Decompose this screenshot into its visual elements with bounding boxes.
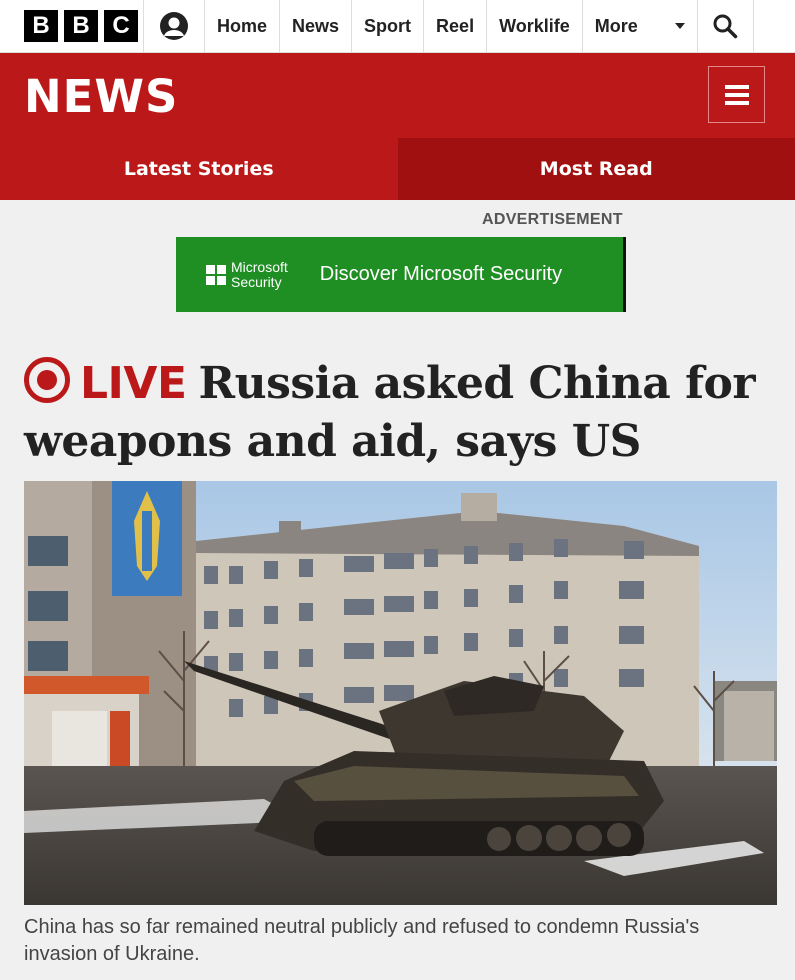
nav-more-button[interactable]: More	[583, 0, 698, 52]
ad-text: Discover Microsoft Security	[319, 263, 563, 285]
live-icon	[24, 357, 70, 403]
menu-button[interactable]	[708, 66, 765, 123]
search-button[interactable]	[698, 0, 754, 52]
news-header: NEWS	[0, 53, 795, 138]
menu-icon-bar	[724, 92, 749, 97]
microsoft-logo-icon	[206, 264, 226, 285]
story-tabs: Latest Stories Most Read	[0, 138, 795, 200]
tab-latest-stories[interactable]: Latest Stories	[0, 138, 398, 200]
ad-brand-line1: Microsoft	[231, 258, 288, 275]
nav-home[interactable]: Home	[205, 0, 281, 52]
bbc-logo-block-b1: B	[24, 10, 58, 42]
account-icon	[160, 12, 188, 40]
nav-sport[interactable]: Sport	[352, 0, 425, 52]
tank-photo-illustration	[24, 481, 777, 905]
nav-news[interactable]: News	[280, 0, 353, 52]
search-icon	[713, 14, 738, 39]
ad-brand-line2: Security	[231, 273, 282, 290]
menu-icon	[724, 84, 749, 89]
menu-icon-bar	[724, 100, 749, 105]
bbc-logo-block-b2: B	[64, 10, 98, 42]
article-headline[interactable]: LIVE Russia asked China for weapons and a…	[24, 355, 774, 471]
image-caption: China has so far remained neutral public…	[24, 916, 700, 965]
section-title[interactable]: NEWS	[24, 70, 178, 123]
nav-more-label: More	[594, 15, 638, 36]
advertisement-label: ADVERTISEMENT	[482, 211, 623, 228]
tab-most-read[interactable]: Most Read	[397, 138, 795, 200]
bbc-logo-block-c: C	[104, 10, 138, 42]
ad-banner[interactable]: Microsoft Security Discover Microsoft Se…	[176, 237, 626, 312]
bbc-top-bar: B B C Home News Sport Reel Worklife More	[0, 0, 795, 53]
account-button[interactable]	[144, 0, 205, 52]
nav-reel[interactable]: Reel	[424, 0, 488, 52]
chevron-down-icon	[674, 23, 685, 29]
ad-brand: Microsoft Security	[231, 258, 288, 290]
nav-worklife[interactable]: Worklife	[487, 0, 583, 52]
bbc-logo[interactable]: B B C	[0, 0, 144, 52]
article-image[interactable]	[24, 481, 777, 905]
live-label: LIVE	[80, 358, 187, 409]
